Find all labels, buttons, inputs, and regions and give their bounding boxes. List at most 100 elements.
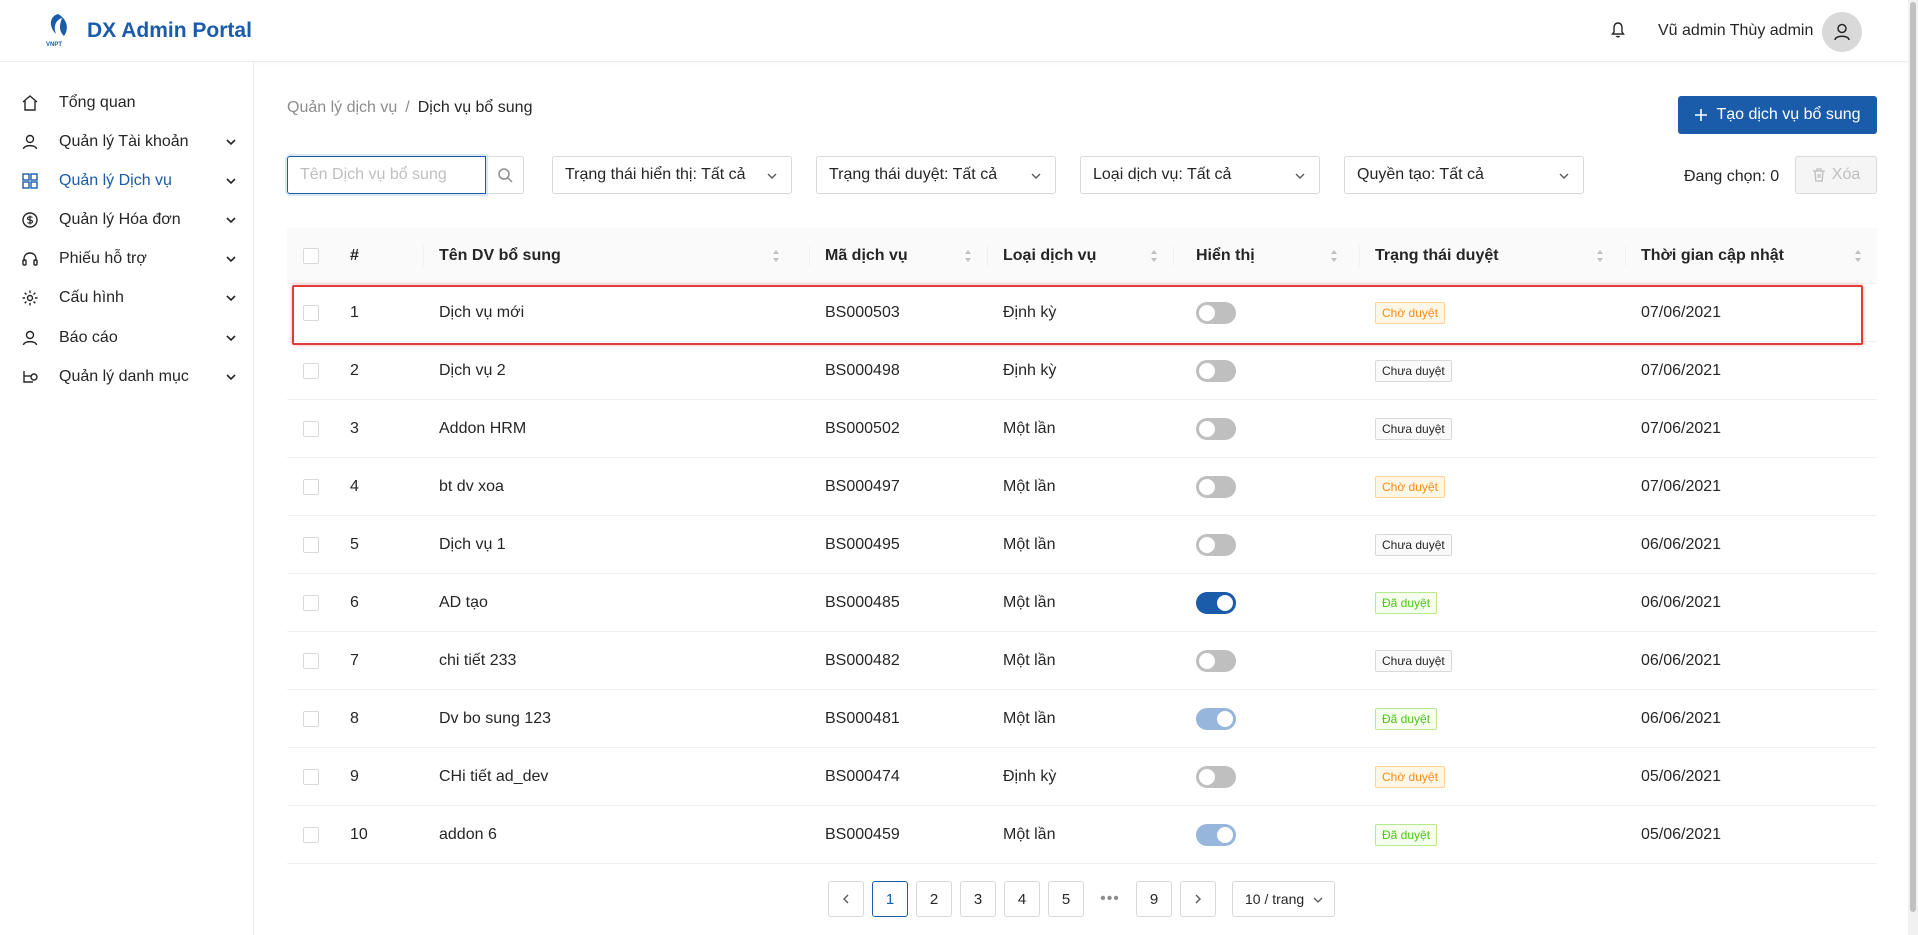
vnpt-logo[interactable]: VNPT [44,12,74,48]
sort-icon[interactable] [771,248,781,264]
search-input[interactable] [287,156,486,194]
visibility-toggle[interactable] [1196,476,1236,498]
search-button[interactable] [486,156,524,194]
delete-button[interactable]: Xóa [1795,156,1877,194]
table-row[interactable]: 4 bt dv xoa BS000497 Một lần Chờ duyệt 07/06/… [287,458,1877,516]
row-name[interactable]: chi tiết 233 [439,632,516,690]
sidebar-item-6[interactable]: Cấu hình [0,278,254,318]
table-row[interactable]: 1 Dịch vụ mới BS000503 Định kỳ Chờ duyệt 07/0… [287,284,1877,342]
header-name[interactable]: Tên DV bổ sung [439,228,795,284]
sidebar-item-7[interactable]: Báo cáo [0,318,254,358]
sort-icon[interactable] [1595,248,1605,264]
sort-icon[interactable] [1329,248,1339,264]
sidebar-item-5[interactable]: Phiếu hỗ trợ [0,239,254,279]
row-checkbox-cell[interactable] [303,574,319,632]
row-name[interactable]: Dv bo sung 123 [439,690,551,748]
create-addon-button[interactable]: Tạo dịch vụ bổ sung [1678,96,1877,134]
table-row[interactable]: 5 Dịch vụ 1 BS000495 Một lần Chưa duyệt 06/06… [287,516,1877,574]
row-name[interactable]: addon 6 [439,806,497,864]
table-row[interactable]: 6 AD tạo BS000485 Một lần Đã duyệt 06/06/2021 [287,574,1877,632]
visibility-toggle[interactable] [1196,418,1236,440]
pagination-page-3[interactable]: 3 [960,881,996,917]
row-name[interactable]: Addon HRM [439,400,526,458]
avatar[interactable] [1822,12,1862,52]
visibility-toggle[interactable] [1196,766,1236,788]
row-checkbox[interactable] [303,537,319,553]
table-row[interactable]: 2 Dịch vụ 2 BS000498 Định kỳ Chưa duyệt 07/06… [287,342,1877,400]
row-checkbox[interactable] [303,827,319,843]
pagination-page-2[interactable]: 2 [916,881,952,917]
row-checkbox[interactable] [303,479,319,495]
row-visible-cell [1196,458,1236,516]
user-name[interactable]: Vũ admin Thùy admin [1658,22,1813,40]
pagination-prev[interactable] [828,881,864,917]
page-size-select[interactable]: 10 / trang [1232,881,1335,917]
row-name[interactable]: Dịch vụ 2 [439,342,506,400]
visibility-toggle[interactable] [1196,592,1236,614]
sort-icon[interactable] [963,248,973,264]
header-visible[interactable]: Hiển thị [1196,228,1353,284]
breadcrumb-parent[interactable]: Quản lý dịch vụ [287,99,397,116]
pagination-page-4[interactable]: 4 [1004,881,1040,917]
header-select-all[interactable] [303,228,319,284]
visibility-toggle[interactable] [1196,650,1236,672]
row-checkbox[interactable] [303,653,319,669]
row-checkbox-cell[interactable] [303,806,319,864]
row-checkbox[interactable] [303,421,319,437]
row-name[interactable]: Dịch vụ mới [439,284,524,342]
top-header: VNPT DX Admin Portal Vũ admin Thùy admin [0,0,1918,62]
header-approval[interactable]: Trạng thái duyệt [1375,228,1619,284]
sort-icon[interactable] [1149,248,1159,264]
header-updated[interactable]: Thời gian cập nhật [1641,228,1877,284]
sidebar-item-8[interactable]: Quản lý danh mục [0,357,254,397]
pagination-next[interactable] [1180,881,1216,917]
filter-approval-status[interactable]: Trạng thái duyệt: Tất cả [816,156,1056,194]
pagination-ellipsis[interactable]: ••• [1092,881,1128,917]
row-checkbox[interactable] [303,363,319,379]
sidebar-item-3[interactable]: Quản lý Dịch vụ [0,161,254,201]
sort-icon[interactable] [1853,248,1863,264]
row-checkbox-cell[interactable] [303,516,319,574]
row-checkbox-cell[interactable] [303,400,319,458]
row-checkbox-cell[interactable] [303,284,319,342]
pagination-page-5[interactable]: 5 [1048,881,1084,917]
row-name[interactable]: CHi tiết ad_dev [439,748,548,806]
row-name[interactable]: bt dv xoa [439,458,504,516]
visibility-toggle[interactable] [1196,534,1236,556]
pagination-page-1[interactable]: 1 [872,881,908,917]
filter-creator-role[interactable]: Quyền tạo: Tất cả [1344,156,1584,194]
scrollbar-thumb[interactable] [1910,2,1916,912]
app-brand[interactable]: DX Admin Portal [87,19,252,43]
table-row[interactable]: 8 Dv bo sung 123 BS000481 Một lần Đã duyệt 06… [287,690,1877,748]
row-checkbox-cell[interactable] [303,458,319,516]
row-checkbox[interactable] [303,305,319,321]
sidebar-item-4[interactable]: Quản lý Hóa đơn [0,200,254,240]
pagination-page-9[interactable]: 9 [1136,881,1172,917]
visibility-toggle[interactable] [1196,824,1236,846]
row-checkbox-cell[interactable] [303,632,319,690]
filter-display-status[interactable]: Trạng thái hiển thị: Tất cả [552,156,792,194]
table-row[interactable]: 10 addon 6 BS000459 Một lần Đã duyệt 05/06/20… [287,806,1877,864]
table-row[interactable]: 7 chi tiết 233 BS000482 Một lần Chưa duyệt 06… [287,632,1877,690]
row-checkbox[interactable] [303,595,319,611]
table-row[interactable]: 3 Addon HRM BS000502 Một lần Chưa duyệt 07/06… [287,400,1877,458]
row-name[interactable]: Dịch vụ 1 [439,516,506,574]
row-checkbox[interactable] [303,769,319,785]
filter-service-type[interactable]: Loại dịch vụ: Tất cả [1080,156,1320,194]
row-checkbox-cell[interactable] [303,690,319,748]
select-all-checkbox[interactable] [303,248,319,264]
visibility-toggle[interactable] [1196,302,1236,324]
row-checkbox[interactable] [303,711,319,727]
row-checkbox-cell[interactable] [303,748,319,806]
bell-icon[interactable] [1608,20,1628,40]
row-name[interactable]: AD tạo [439,574,488,632]
visibility-toggle[interactable] [1196,708,1236,730]
header-type[interactable]: Loại dịch vụ [1003,228,1173,284]
visibility-toggle[interactable] [1196,360,1236,382]
sidebar-item-2[interactable]: Quản lý Tài khoản [0,122,254,162]
page-scrollbar[interactable] [1908,0,1918,935]
row-checkbox-cell[interactable] [303,342,319,400]
table-row[interactable]: 9 CHi tiết ad_dev BS000474 Định kỳ Chờ duyệt… [287,748,1877,806]
sidebar-item-1[interactable]: Tổng quan [0,83,254,123]
header-code[interactable]: Mã dịch vụ [825,228,987,284]
